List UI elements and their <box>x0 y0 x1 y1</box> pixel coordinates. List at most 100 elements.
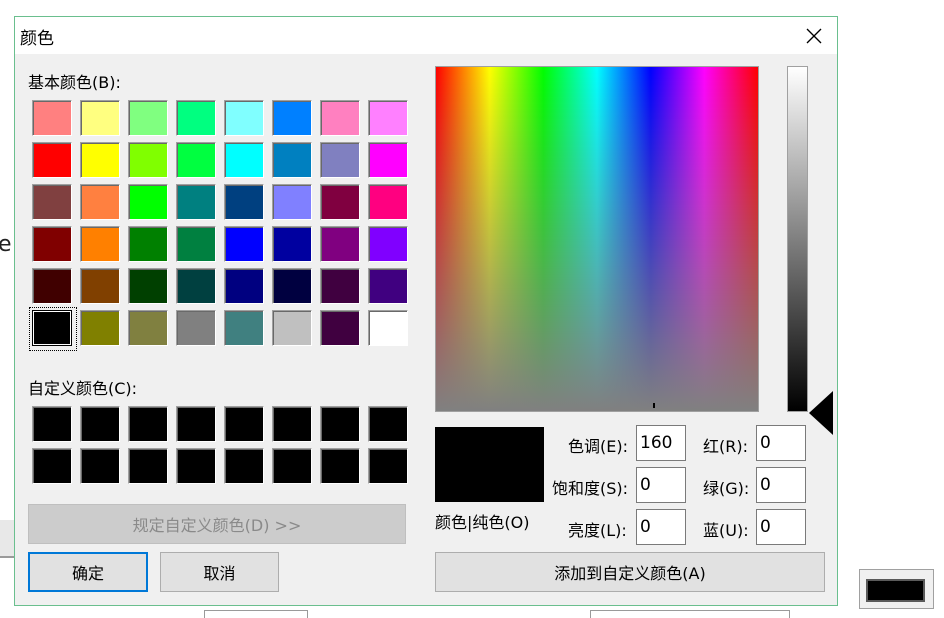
green-input[interactable] <box>756 467 806 503</box>
basic-color-cell[interactable] <box>221 307 269 349</box>
custom-color-cell[interactable] <box>365 403 413 445</box>
custom-color-cell[interactable] <box>317 445 365 487</box>
basic-color-cell[interactable] <box>317 307 365 349</box>
color-swatch <box>80 310 120 346</box>
ok-button[interactable]: 确定 <box>28 552 148 592</box>
basic-color-cell[interactable] <box>317 97 365 139</box>
basic-color-cell[interactable] <box>221 181 269 223</box>
custom-color-cell[interactable] <box>29 445 77 487</box>
custom-color-cell[interactable] <box>269 445 317 487</box>
basic-color-cell[interactable] <box>269 181 317 223</box>
basic-color-cell[interactable] <box>125 265 173 307</box>
basic-color-cell[interactable] <box>365 139 413 181</box>
custom-color-cell[interactable] <box>269 403 317 445</box>
luminance-label: 亮度(L): <box>568 521 627 540</box>
basic-color-cell[interactable] <box>173 223 221 265</box>
custom-color-cell[interactable] <box>221 403 269 445</box>
basic-color-cell[interactable] <box>173 139 221 181</box>
basic-color-cell[interactable] <box>365 223 413 265</box>
basic-color-cell[interactable] <box>317 223 365 265</box>
basic-color-cell[interactable] <box>29 97 77 139</box>
basic-color-cell[interactable] <box>125 97 173 139</box>
red-label: 红(R): <box>703 437 748 456</box>
basic-color-cell[interactable] <box>77 307 125 349</box>
color-swatch <box>176 406 216 442</box>
basic-color-cell[interactable] <box>269 265 317 307</box>
basic-color-cell[interactable] <box>77 97 125 139</box>
custom-color-cell[interactable] <box>77 445 125 487</box>
basic-color-cell[interactable] <box>77 139 125 181</box>
cancel-button[interactable]: 取消 <box>160 552 279 592</box>
color-swatch <box>224 448 264 484</box>
basic-color-cell[interactable] <box>269 97 317 139</box>
color-swatch <box>224 310 264 346</box>
basic-color-cell[interactable] <box>173 307 221 349</box>
background-button[interactable] <box>590 610 790 618</box>
basic-color-cell[interactable] <box>221 97 269 139</box>
basic-color-cell[interactable] <box>125 307 173 349</box>
color-swatch <box>80 226 120 262</box>
background-text: e <box>0 232 12 257</box>
custom-color-cell[interactable] <box>29 403 77 445</box>
basic-color-cell[interactable] <box>173 265 221 307</box>
custom-color-cell[interactable] <box>125 403 173 445</box>
basic-color-cell[interactable] <box>365 307 413 349</box>
basic-color-cell[interactable] <box>173 181 221 223</box>
color-swatch <box>272 226 312 262</box>
basic-color-cell[interactable] <box>317 181 365 223</box>
basic-color-cell[interactable] <box>317 139 365 181</box>
saturation-input[interactable] <box>636 467 686 503</box>
color-swatch <box>224 142 264 178</box>
luminance-input[interactable] <box>636 509 686 545</box>
basic-color-cell[interactable] <box>77 181 125 223</box>
red-input[interactable] <box>756 425 806 461</box>
basic-color-cell[interactable] <box>125 181 173 223</box>
custom-color-cell[interactable] <box>125 445 173 487</box>
add-to-custom-colors-button[interactable]: 添加到自定义颜色(A) <box>435 552 825 592</box>
luminance-arrow-icon[interactable] <box>809 391 833 435</box>
basic-colors-grid <box>29 97 413 351</box>
color-spectrum[interactable] <box>435 66 759 412</box>
basic-color-cell[interactable] <box>269 223 317 265</box>
basic-color-cell[interactable] <box>317 265 365 307</box>
custom-color-cell[interactable] <box>77 403 125 445</box>
basic-color-cell[interactable] <box>125 223 173 265</box>
color-swatch <box>176 184 216 220</box>
color-swatch <box>272 100 312 136</box>
basic-color-cell[interactable] <box>29 139 77 181</box>
color-swatch <box>128 142 168 178</box>
basic-color-cell[interactable] <box>269 307 317 349</box>
basic-color-cell[interactable] <box>77 265 125 307</box>
basic-color-cell[interactable] <box>221 265 269 307</box>
hue-input[interactable] <box>636 425 686 461</box>
define-custom-colors-button[interactable]: 规定自定义颜色(D) >> <box>28 504 406 544</box>
basic-color-cell[interactable] <box>125 139 173 181</box>
color-swatch <box>128 100 168 136</box>
color-swatch <box>128 268 168 304</box>
blue-input[interactable] <box>756 509 806 545</box>
background-button[interactable] <box>204 610 308 618</box>
close-button[interactable] <box>791 17 837 54</box>
basic-color-cell[interactable] <box>29 181 77 223</box>
basic-color-cell[interactable] <box>365 181 413 223</box>
basic-color-cell[interactable] <box>29 223 77 265</box>
basic-color-cell[interactable] <box>365 97 413 139</box>
custom-color-cell[interactable] <box>221 445 269 487</box>
luminance-slider[interactable] <box>787 66 808 412</box>
basic-color-cell[interactable] <box>29 307 77 351</box>
custom-color-cell[interactable] <box>365 445 413 487</box>
custom-color-cell[interactable] <box>173 403 221 445</box>
color-swatch <box>272 448 312 484</box>
basic-color-cell[interactable] <box>365 265 413 307</box>
color-swatch <box>224 268 264 304</box>
background-color-swatch-button[interactable] <box>859 569 934 609</box>
basic-color-cell[interactable] <box>221 223 269 265</box>
custom-color-cell[interactable] <box>173 445 221 487</box>
basic-color-cell[interactable] <box>29 265 77 307</box>
basic-color-cell[interactable] <box>269 139 317 181</box>
basic-color-cell[interactable] <box>221 139 269 181</box>
basic-color-cell[interactable] <box>173 97 221 139</box>
custom-color-cell[interactable] <box>317 403 365 445</box>
basic-color-cell[interactable] <box>77 223 125 265</box>
color-swatch <box>320 268 360 304</box>
